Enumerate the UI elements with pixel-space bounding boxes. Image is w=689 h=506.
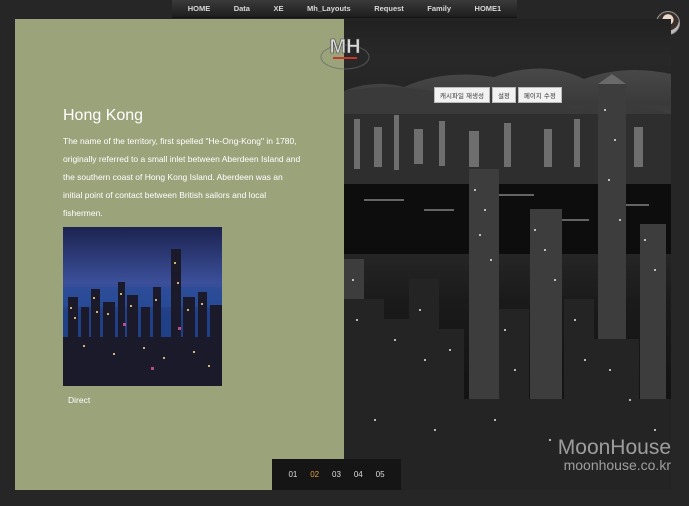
page-title: Hong Kong (63, 107, 144, 124)
settings-button[interactable]: 설정 (491, 87, 516, 103)
admin-toolbar: 캐시파일 재생성 설정 페이지 수정 (434, 87, 562, 103)
page-5-button[interactable]: 05 (376, 470, 385, 479)
top-nav: HOME Data XE Mh_Layouts Request Family H… (172, 0, 517, 18)
content-panel: Hong Kong The name of the territory, fir… (15, 19, 344, 490)
page-1-button[interactable]: 01 (288, 470, 297, 479)
description-text: The name of the territory, first spelled… (63, 136, 301, 218)
edit-page-button[interactable]: 페이지 수정 (517, 87, 562, 103)
regenerate-cache-button[interactable]: 캐시파일 재생성 (434, 87, 490, 103)
page-4-button[interactable]: 04 (354, 470, 363, 479)
slide-pager: 01 02 03 04 05 (272, 459, 401, 490)
nav-item-xe[interactable]: XE (273, 4, 283, 13)
nav-item-family[interactable]: Family (427, 4, 451, 13)
hong-kong-thumbnail (63, 227, 222, 386)
nav-item-request[interactable]: Request (374, 4, 404, 13)
nav-item-home1[interactable]: HOME1 (475, 4, 502, 13)
logo-text: MH (329, 36, 360, 58)
direct-link[interactable]: Direct (68, 395, 90, 405)
watermark-url: moonhouse.co.kr (563, 457, 671, 473)
page-2-button[interactable]: 02 (310, 470, 319, 479)
watermark: MoonHouse moonhouse.co.kr (557, 436, 671, 474)
nav-item-home[interactable]: HOME (188, 4, 211, 13)
watermark-brand: MoonHouse (557, 436, 671, 459)
main-frame: Hong Kong The name of the territory, fir… (15, 19, 671, 490)
logo[interactable]: MH (319, 31, 371, 71)
nav-item-data[interactable]: Data (234, 4, 250, 13)
nav-item-mh-layouts[interactable]: Mh_Layouts (307, 4, 351, 13)
page-3-button[interactable]: 03 (332, 470, 341, 479)
